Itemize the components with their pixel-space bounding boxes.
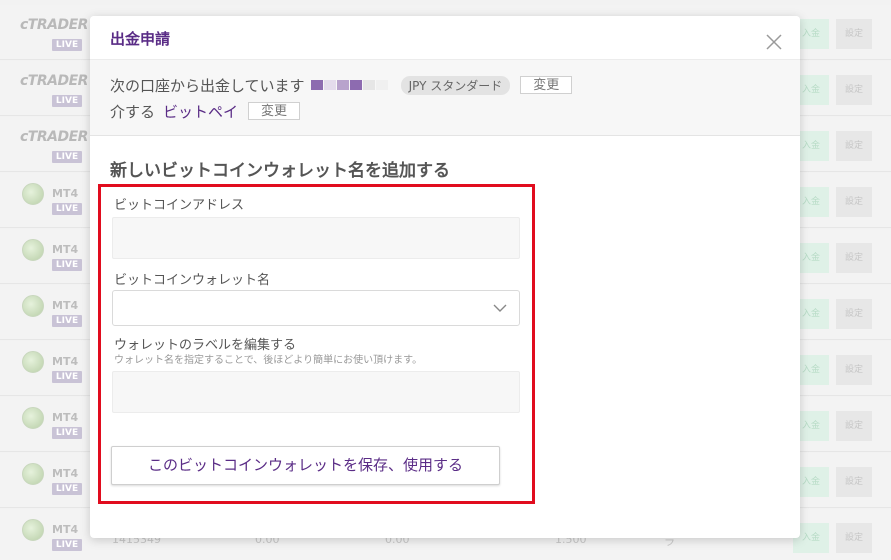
globe-icon [22, 463, 44, 485]
globe-icon [22, 519, 44, 541]
source-account-line: 次の口座から出金しています JPY スタンダード 変更 [110, 74, 573, 96]
live-badge: LIVE [52, 151, 82, 163]
method-line: 介する ビットペイ 変更 [110, 100, 301, 122]
settings-button[interactable]: 設定 [836, 299, 872, 329]
globe-icon [22, 183, 44, 205]
settings-button[interactable]: 設定 [836, 523, 872, 553]
settings-button[interactable]: 設定 [836, 187, 872, 217]
ctrader-logo: cTRADER LIVE [20, 73, 88, 107]
settings-button[interactable]: 設定 [836, 467, 872, 497]
withdrawal-source-info: 次の口座から出金しています JPY スタンダード 変更 介する ビットペイ 変更 [90, 60, 800, 136]
settings-button[interactable]: 設定 [836, 243, 872, 273]
globe-icon [22, 351, 44, 373]
settings-button[interactable]: 設定 [836, 355, 872, 385]
masked-account-number [310, 80, 389, 90]
live-badge: LIVE [52, 39, 82, 51]
section-title: 新しいビットコインウォレット名を追加する [110, 161, 450, 181]
live-badge: LIVE [52, 427, 82, 439]
payment-method-name: ビットペイ [163, 102, 239, 121]
wallet-name-select[interactable] [112, 290, 520, 326]
wallet-label-input[interactable] [112, 371, 520, 413]
source-text: 次の口座から出金しています [110, 76, 305, 95]
withdrawal-modal: 出金申請 次の口座から出金しています JPY スタンダード 変更 介する ビット… [90, 16, 800, 538]
save-wallet-button[interactable]: このビットコインウォレットを保存、使用する [111, 446, 500, 485]
mt4-logo: MT4 LIVE [18, 407, 88, 443]
close-icon[interactable] [764, 32, 784, 52]
bitcoin-address-input[interactable] [112, 217, 520, 259]
mt4-logo: MT4 LIVE [18, 463, 88, 499]
settings-button[interactable]: 設定 [836, 19, 872, 49]
live-badge: LIVE [52, 539, 82, 551]
globe-icon [22, 407, 44, 429]
ctrader-logo: cTRADER LIVE [20, 129, 88, 163]
modal-header: 出金申請 [90, 16, 800, 60]
modal-title: 出金申請 [110, 30, 171, 48]
change-account-button[interactable]: 変更 [520, 76, 573, 94]
live-badge: LIVE [52, 371, 82, 383]
mt4-logo: MT4 LIVE [18, 239, 88, 275]
mt4-logo: MT4 LIVE [18, 295, 88, 331]
mt4-logo: MT4 LIVE [18, 351, 88, 387]
live-badge: LIVE [52, 203, 82, 215]
globe-icon [22, 295, 44, 317]
live-badge: LIVE [52, 483, 82, 495]
mt4-logo: MT4 LIVE [18, 519, 88, 555]
account-type-badge: JPY スタンダード [400, 75, 511, 95]
ctrader-logo: cTRADER LIVE [20, 17, 88, 51]
chevron-down-icon [493, 304, 507, 312]
settings-button[interactable]: 設定 [836, 75, 872, 105]
live-badge: LIVE [52, 315, 82, 327]
settings-button[interactable]: 設定 [836, 411, 872, 441]
bitcoin-address-label: ビットコインアドレス [114, 198, 245, 213]
globe-icon [22, 239, 44, 261]
settings-button[interactable]: 設定 [836, 131, 872, 161]
wallet-name-label: ビットコインウォレット名 [114, 273, 271, 288]
live-badge: LIVE [52, 259, 82, 271]
live-badge: LIVE [52, 95, 82, 107]
change-method-button[interactable]: 変更 [248, 102, 301, 120]
mt4-logo: MT4 LIVE [18, 183, 88, 219]
wallet-label-help-text: ウォレット名を指定することで、後ほどより簡単にお使い頂けます。 [114, 355, 423, 366]
via-text: 介する [110, 102, 156, 121]
